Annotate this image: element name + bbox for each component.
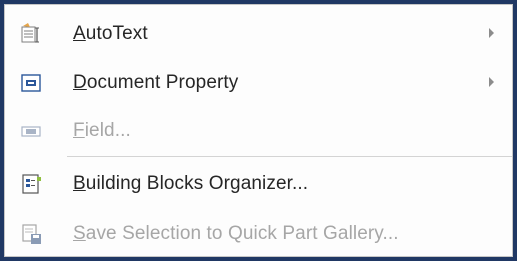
field-icon — [19, 119, 45, 143]
autotext-mnemonic: A — [73, 23, 86, 44]
document-property-mnemonic: D — [73, 72, 87, 93]
submenu-arrow-icon — [489, 28, 494, 38]
autotext-icon — [19, 22, 45, 46]
quick-parts-menu: AutoText Document Property Field... Buil… — [4, 4, 513, 257]
save-selection-icon — [19, 222, 45, 246]
menu-item-document-property[interactable]: Document Property — [5, 63, 512, 103]
menu-item-field: Field... — [5, 111, 512, 151]
autotext-label: utoText — [85, 23, 148, 44]
building-blocks-icon — [19, 172, 45, 196]
field-label: ield... — [84, 120, 131, 141]
menu-separator — [67, 156, 512, 157]
save-selection-mnemonic: S — [73, 223, 86, 244]
document-property-label: ocument Property — [86, 72, 239, 93]
menu-item-save-selection: Save Selection to Quick Part Gallery... — [5, 214, 512, 254]
menu-item-building-blocks-organizer[interactable]: Building Blocks Organizer... — [5, 164, 512, 204]
document-property-icon — [19, 71, 45, 95]
building-blocks-mnemonic: B — [73, 173, 86, 194]
submenu-arrow-icon — [489, 77, 494, 87]
menu-item-autotext[interactable]: AutoText — [5, 14, 512, 54]
building-blocks-label: uilding Blocks Organizer... — [85, 173, 309, 194]
save-selection-label: ave Selection to Quick Part Gallery... — [85, 223, 399, 244]
field-mnemonic: F — [73, 120, 85, 141]
